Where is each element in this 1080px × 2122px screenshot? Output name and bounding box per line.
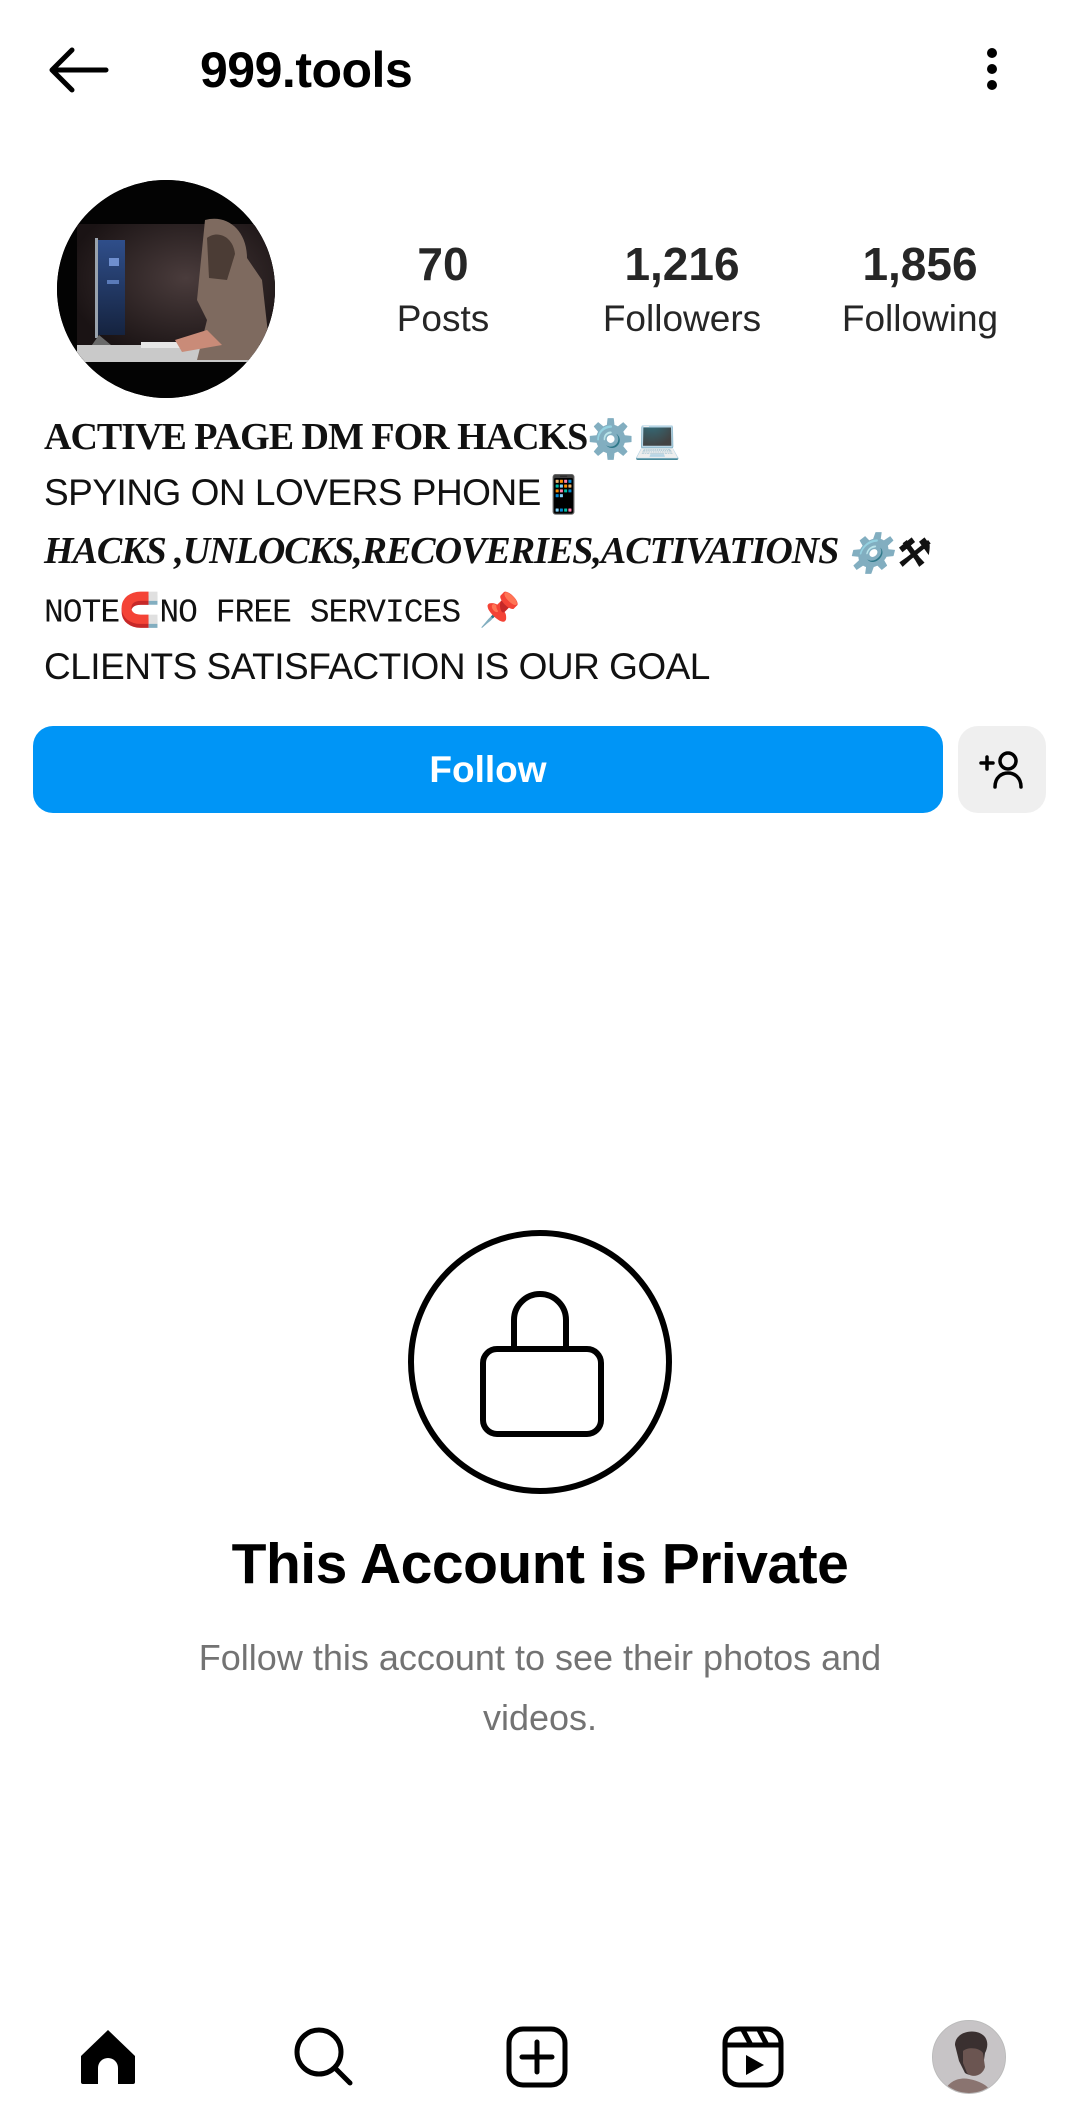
bottom-navigation xyxy=(0,1990,1080,2122)
more-options-button[interactable] xyxy=(962,36,1022,104)
profile-avatar-small xyxy=(932,2020,1006,2094)
user-photo xyxy=(933,2021,1005,2093)
lock-icon xyxy=(408,1230,672,1494)
bio-text: SPYING ON LOVERS PHONE xyxy=(44,472,541,513)
add-person-icon xyxy=(979,750,1023,789)
bio-line: ACTIVE PAGE DM FOR HACKS⚙️💻 xyxy=(44,410,681,467)
stat-followers-count: 1,216 xyxy=(624,238,740,290)
gear-laptop-emoji-icon: ⚙️💻 xyxy=(587,419,681,462)
bio-text: NO FREE SERVICES xyxy=(159,594,479,632)
suggested-accounts-button[interactable] xyxy=(958,726,1046,813)
bio-line: HACKS ,UNLOCKS,RECOVERIES,ACTIVATIONS ⚙️… xyxy=(44,524,927,581)
reels-icon xyxy=(722,2026,784,2088)
bio-text: CLIENTS SATISFACTION IS OUR GOAL xyxy=(44,646,710,687)
nav-reels[interactable] xyxy=(708,2012,798,2102)
plus-square-icon xyxy=(506,2026,568,2088)
nav-profile[interactable] xyxy=(924,2012,1014,2102)
follow-button[interactable]: Follow xyxy=(33,726,943,813)
arrow-left-icon xyxy=(49,47,109,93)
bio-line: CLIENTS SATISFACTION IS OUR GOAL xyxy=(44,640,710,694)
private-account-title: This Account is Private xyxy=(231,1532,849,1596)
nav-create[interactable] xyxy=(492,2012,582,2102)
gear-hammer-pick-emoji-icon: ⚙️⚒ xyxy=(846,533,927,576)
stat-posts[interactable]: 70 Posts xyxy=(333,236,553,342)
back-button[interactable] xyxy=(40,38,116,102)
bio-line: SPYING ON LOVERS PHONE📱 xyxy=(44,466,587,522)
nav-home[interactable] xyxy=(63,2012,153,2102)
avatar-image xyxy=(57,180,275,398)
stat-following-label: Following xyxy=(841,298,999,339)
private-lock-badge xyxy=(406,1228,674,1496)
bio-line: NOTE🧲NO FREE SERVICES 📌 xyxy=(44,586,520,641)
bio-text: HACKS ,UNLOCKS,RECOVERIES,ACTIVATIONS xyxy=(44,530,847,572)
stat-followers[interactable]: 1,216 Followers xyxy=(572,236,792,342)
stat-following-count: 1,856 xyxy=(862,238,978,290)
search-icon xyxy=(294,2027,353,2086)
bio-text: ACTIVE PAGE DM FOR HACKS xyxy=(44,416,588,458)
pushpin-emoji-icon: 📌 xyxy=(478,594,520,631)
magnet-emoji-icon: 🧲 xyxy=(119,594,160,631)
nav-search[interactable] xyxy=(279,2012,369,2102)
stat-followers-label: Followers xyxy=(602,298,762,339)
profile-username-title: 999.tools xyxy=(200,42,413,98)
home-icon xyxy=(81,2030,135,2084)
profile-avatar[interactable] xyxy=(57,180,275,398)
stat-posts-count: 70 xyxy=(417,238,469,290)
mobile-phone-emoji-icon: 📱 xyxy=(540,474,587,516)
private-account-subtitle: Follow this account to see their photos … xyxy=(198,1637,882,1738)
bio-text-prefix: NOTE xyxy=(44,594,120,632)
stat-posts-label: Posts xyxy=(396,298,490,339)
stat-following[interactable]: 1,856 Following xyxy=(810,236,1030,342)
vertical-dots-icon xyxy=(987,48,997,90)
